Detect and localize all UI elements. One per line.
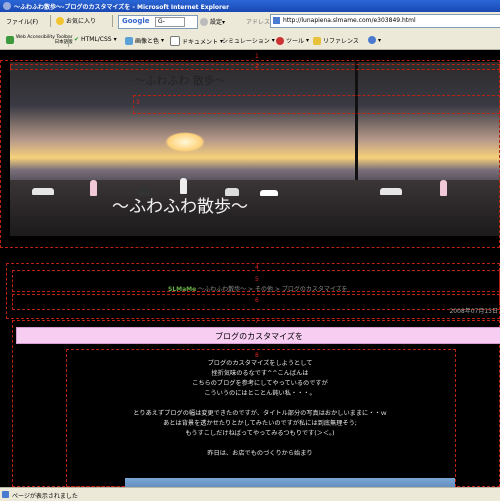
accessibility-toolbar-button[interactable]: Web Accessibility Toolbar 日本語版 (6, 35, 73, 45)
settings-button[interactable]: 設定▾ (200, 17, 225, 26)
document-menu[interactable]: ドキュメント ▾ (170, 36, 223, 46)
image-icon (125, 36, 133, 45)
file-menu[interactable]: ファイル(F) (6, 17, 38, 26)
entry-title-bar: ブログのカスタマイズを (16, 327, 500, 344)
page-status-icon (2, 491, 9, 498)
reference-label: リファレンス (323, 38, 359, 45)
entry-photo (125, 478, 455, 487)
separator (112, 15, 113, 27)
checkmark-icon: ✔ (74, 36, 80, 43)
ie-logo-icon (3, 2, 11, 10)
book-icon (313, 36, 321, 45)
page-viewport: 〜ふわふわ 散歩〜 〜ふわふわ散歩〜 1 2 3 4 5 6 7 8 SLMaM… (0, 50, 500, 487)
marker-8: 8 (255, 352, 259, 359)
body-line: こちらのブログを参考にしてやっているのですが (192, 380, 328, 387)
gear-icon (200, 17, 208, 26)
document-label: ドキュメント (182, 38, 219, 46)
separator (50, 15, 51, 27)
images-colors-menu[interactable]: 画像と色 ▾ (125, 36, 164, 45)
breadcrumb-brand[interactable]: SLMaMe (168, 286, 196, 293)
entry-date: 2008年07月13日 (449, 308, 498, 315)
ie-menu[interactable]: ▾ (368, 36, 381, 44)
accessibility-icon (6, 36, 14, 44)
accessibility-lang: 日本語版 (54, 40, 73, 45)
layout-box-1 (0, 60, 500, 248)
breadcrumb: SLMaMe 〜ふわふわ散歩〜 > その他 > ブログのカスタマイズを (168, 284, 348, 293)
body-line (68, 399, 452, 409)
body-line: こういうのにはとことん鈍い私・・・。 (204, 390, 316, 397)
body-line (68, 439, 452, 449)
file-menu-label: ファイル(F) (6, 19, 39, 26)
body-line: とりあえずブログの幅は変更できたのですが、タイトル部分の写真はおかしいままに・・… (133, 410, 387, 417)
simulation-label: シミュレーション (222, 38, 270, 45)
body-line: ブログのカスタマイズをしようとして (207, 360, 313, 367)
html-css-menu[interactable]: ✔ HTML/CSS ▾ (74, 36, 117, 43)
marker-2: 2 (255, 63, 259, 70)
separator (68, 35, 69, 47)
marker-4: 4 (255, 264, 259, 271)
settings-label: 設定▾ (210, 19, 226, 26)
window-title-bar: 〜ふわふわ散歩〜-ブログのカスタマイズを - Microsoft Interne… (0, 0, 500, 12)
window-title: 〜ふわふわ散歩〜-ブログのカスタマイズを - Microsoft Interne… (14, 4, 230, 11)
marker-3: 3 (136, 99, 140, 106)
status-text: ページが表示されました (12, 493, 78, 500)
favorites-button[interactable]: お気に入り (56, 16, 96, 25)
address-url: http://lunapiena.slmame.com/e303849.html (283, 17, 416, 24)
tools-menu[interactable]: ツール ▾ (276, 36, 309, 45)
page-icon (273, 17, 280, 24)
google-toolbar[interactable]: Google G- (118, 15, 198, 29)
entry-body: ブログのカスタマイズをしようとして 挫折気味のるなです^^こんばんは こちらのブ… (68, 359, 452, 459)
google-search-input[interactable]: G- (155, 17, 185, 27)
layout-box-3 (133, 95, 500, 114)
document-icon (170, 36, 180, 46)
entry-title[interactable]: ブログのカスタマイズを (17, 331, 500, 342)
body-line: 昨日は、お店でものづくりから始まり (207, 450, 313, 457)
favorites-label: お気に入り (66, 18, 97, 25)
simulation-menu[interactable]: シミュレーション ▾ (222, 36, 275, 45)
toolbar-row-2: Web Accessibility Toolbar 日本語版 ✔ HTML/CS… (0, 32, 500, 50)
marker-6: 6 (255, 297, 259, 304)
status-bar: ページが表示されました (0, 487, 500, 501)
marker-5: 5 (255, 276, 259, 283)
star-icon (56, 16, 64, 25)
google-query: G- (158, 18, 165, 25)
marker-7: 7 (255, 318, 259, 325)
images-colors-label: 画像と色 (135, 38, 160, 45)
breadcrumb-path[interactable]: 〜ふわふわ散歩〜 > その他 > ブログのカスタマイズを (198, 286, 348, 293)
tools-label: ツール (286, 38, 305, 45)
html-css-label: HTML/CSS (81, 36, 112, 43)
tools-icon (276, 36, 284, 45)
ie-icon (368, 36, 376, 44)
google-logo: Google (122, 17, 150, 25)
body-line: 挫折気味のるなです^^こんばんは (211, 370, 309, 377)
body-line: もうすこしだけねばってやってみるつもりです(＞＜。) (185, 430, 335, 437)
marker-1: 1 (255, 53, 259, 60)
reference-menu[interactable]: リファレンス (313, 36, 359, 45)
body-line: あとは背景を透かせたりとかしてみたいのですが私には到底無理そう; (163, 420, 357, 427)
address-bar[interactable]: http://lunapiena.slmame.com/e303849.html (270, 14, 500, 28)
